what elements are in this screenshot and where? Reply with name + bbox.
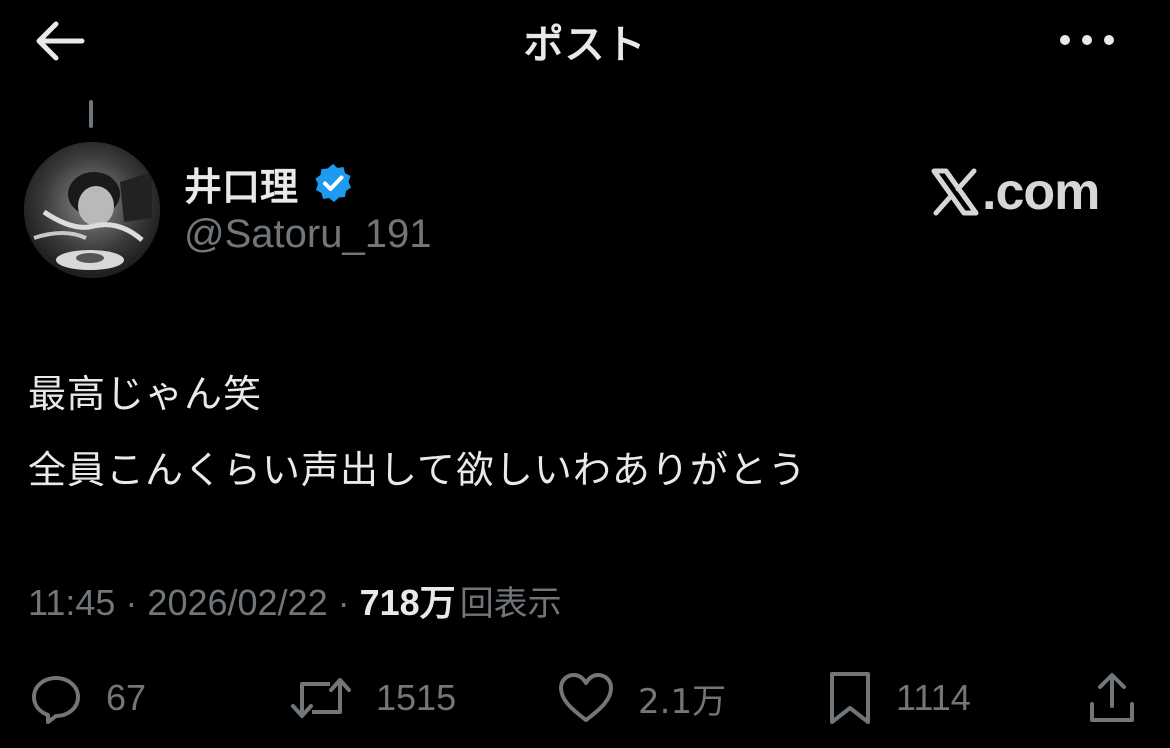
bookmark-count: 1114 bbox=[896, 677, 971, 718]
bookmark-icon bbox=[830, 672, 870, 724]
bookmark-button[interactable]: 1114 bbox=[826, 670, 971, 726]
repost-icon bbox=[291, 678, 351, 718]
thread-connector-line bbox=[89, 100, 93, 128]
post-text-line: 全員こんくらい声出して欲しいわありがとう bbox=[28, 448, 807, 492]
x-logo-icon bbox=[931, 168, 979, 216]
x-com-watermark: .com bbox=[930, 160, 1100, 224]
author-handle[interactable]: @Satoru_191 bbox=[184, 212, 431, 257]
like-count: 2.1万 bbox=[638, 681, 727, 722]
views-label: 回表示 bbox=[459, 584, 562, 624]
post-meta: 11:45 · 2026/02/22 · 718万 回表示 bbox=[28, 574, 562, 624]
watermark-domain-text: .com bbox=[982, 163, 1100, 221]
page-title: ポスト bbox=[523, 22, 647, 68]
reply-icon bbox=[32, 676, 80, 724]
more-horizontal-icon bbox=[1060, 35, 1114, 45]
meta-separator: · bbox=[125, 582, 138, 623]
meta-separator: · bbox=[337, 582, 350, 623]
author-name-row: 井口理 bbox=[184, 156, 354, 211]
repost-button[interactable]: 1515 bbox=[288, 670, 456, 726]
heart-icon bbox=[559, 673, 613, 722]
like-button[interactable]: 2.1万 bbox=[556, 670, 726, 726]
reply-count: 67 bbox=[106, 677, 147, 718]
verified-badge-icon bbox=[315, 164, 352, 202]
post-date[interactable]: 2026/02/22 bbox=[147, 582, 327, 624]
post-text: 最高じゃん笑 全員こんくらい声出して欲しいわありがとう bbox=[28, 356, 807, 508]
reply-button[interactable]: 67 bbox=[28, 670, 146, 726]
top-bar: ポスト bbox=[0, 0, 1170, 80]
repost-count: 1515 bbox=[376, 677, 457, 718]
avatar[interactable] bbox=[24, 142, 160, 278]
share-button[interactable] bbox=[1084, 670, 1140, 726]
views-count[interactable]: 718万 bbox=[360, 574, 456, 626]
author-display-name[interactable]: 井口理 bbox=[184, 156, 298, 211]
post-text-line: 最高じゃん笑 bbox=[28, 372, 263, 416]
post-time[interactable]: 11:45 bbox=[28, 582, 115, 624]
more-options-button[interactable] bbox=[1052, 20, 1122, 60]
share-icon bbox=[1090, 673, 1134, 722]
